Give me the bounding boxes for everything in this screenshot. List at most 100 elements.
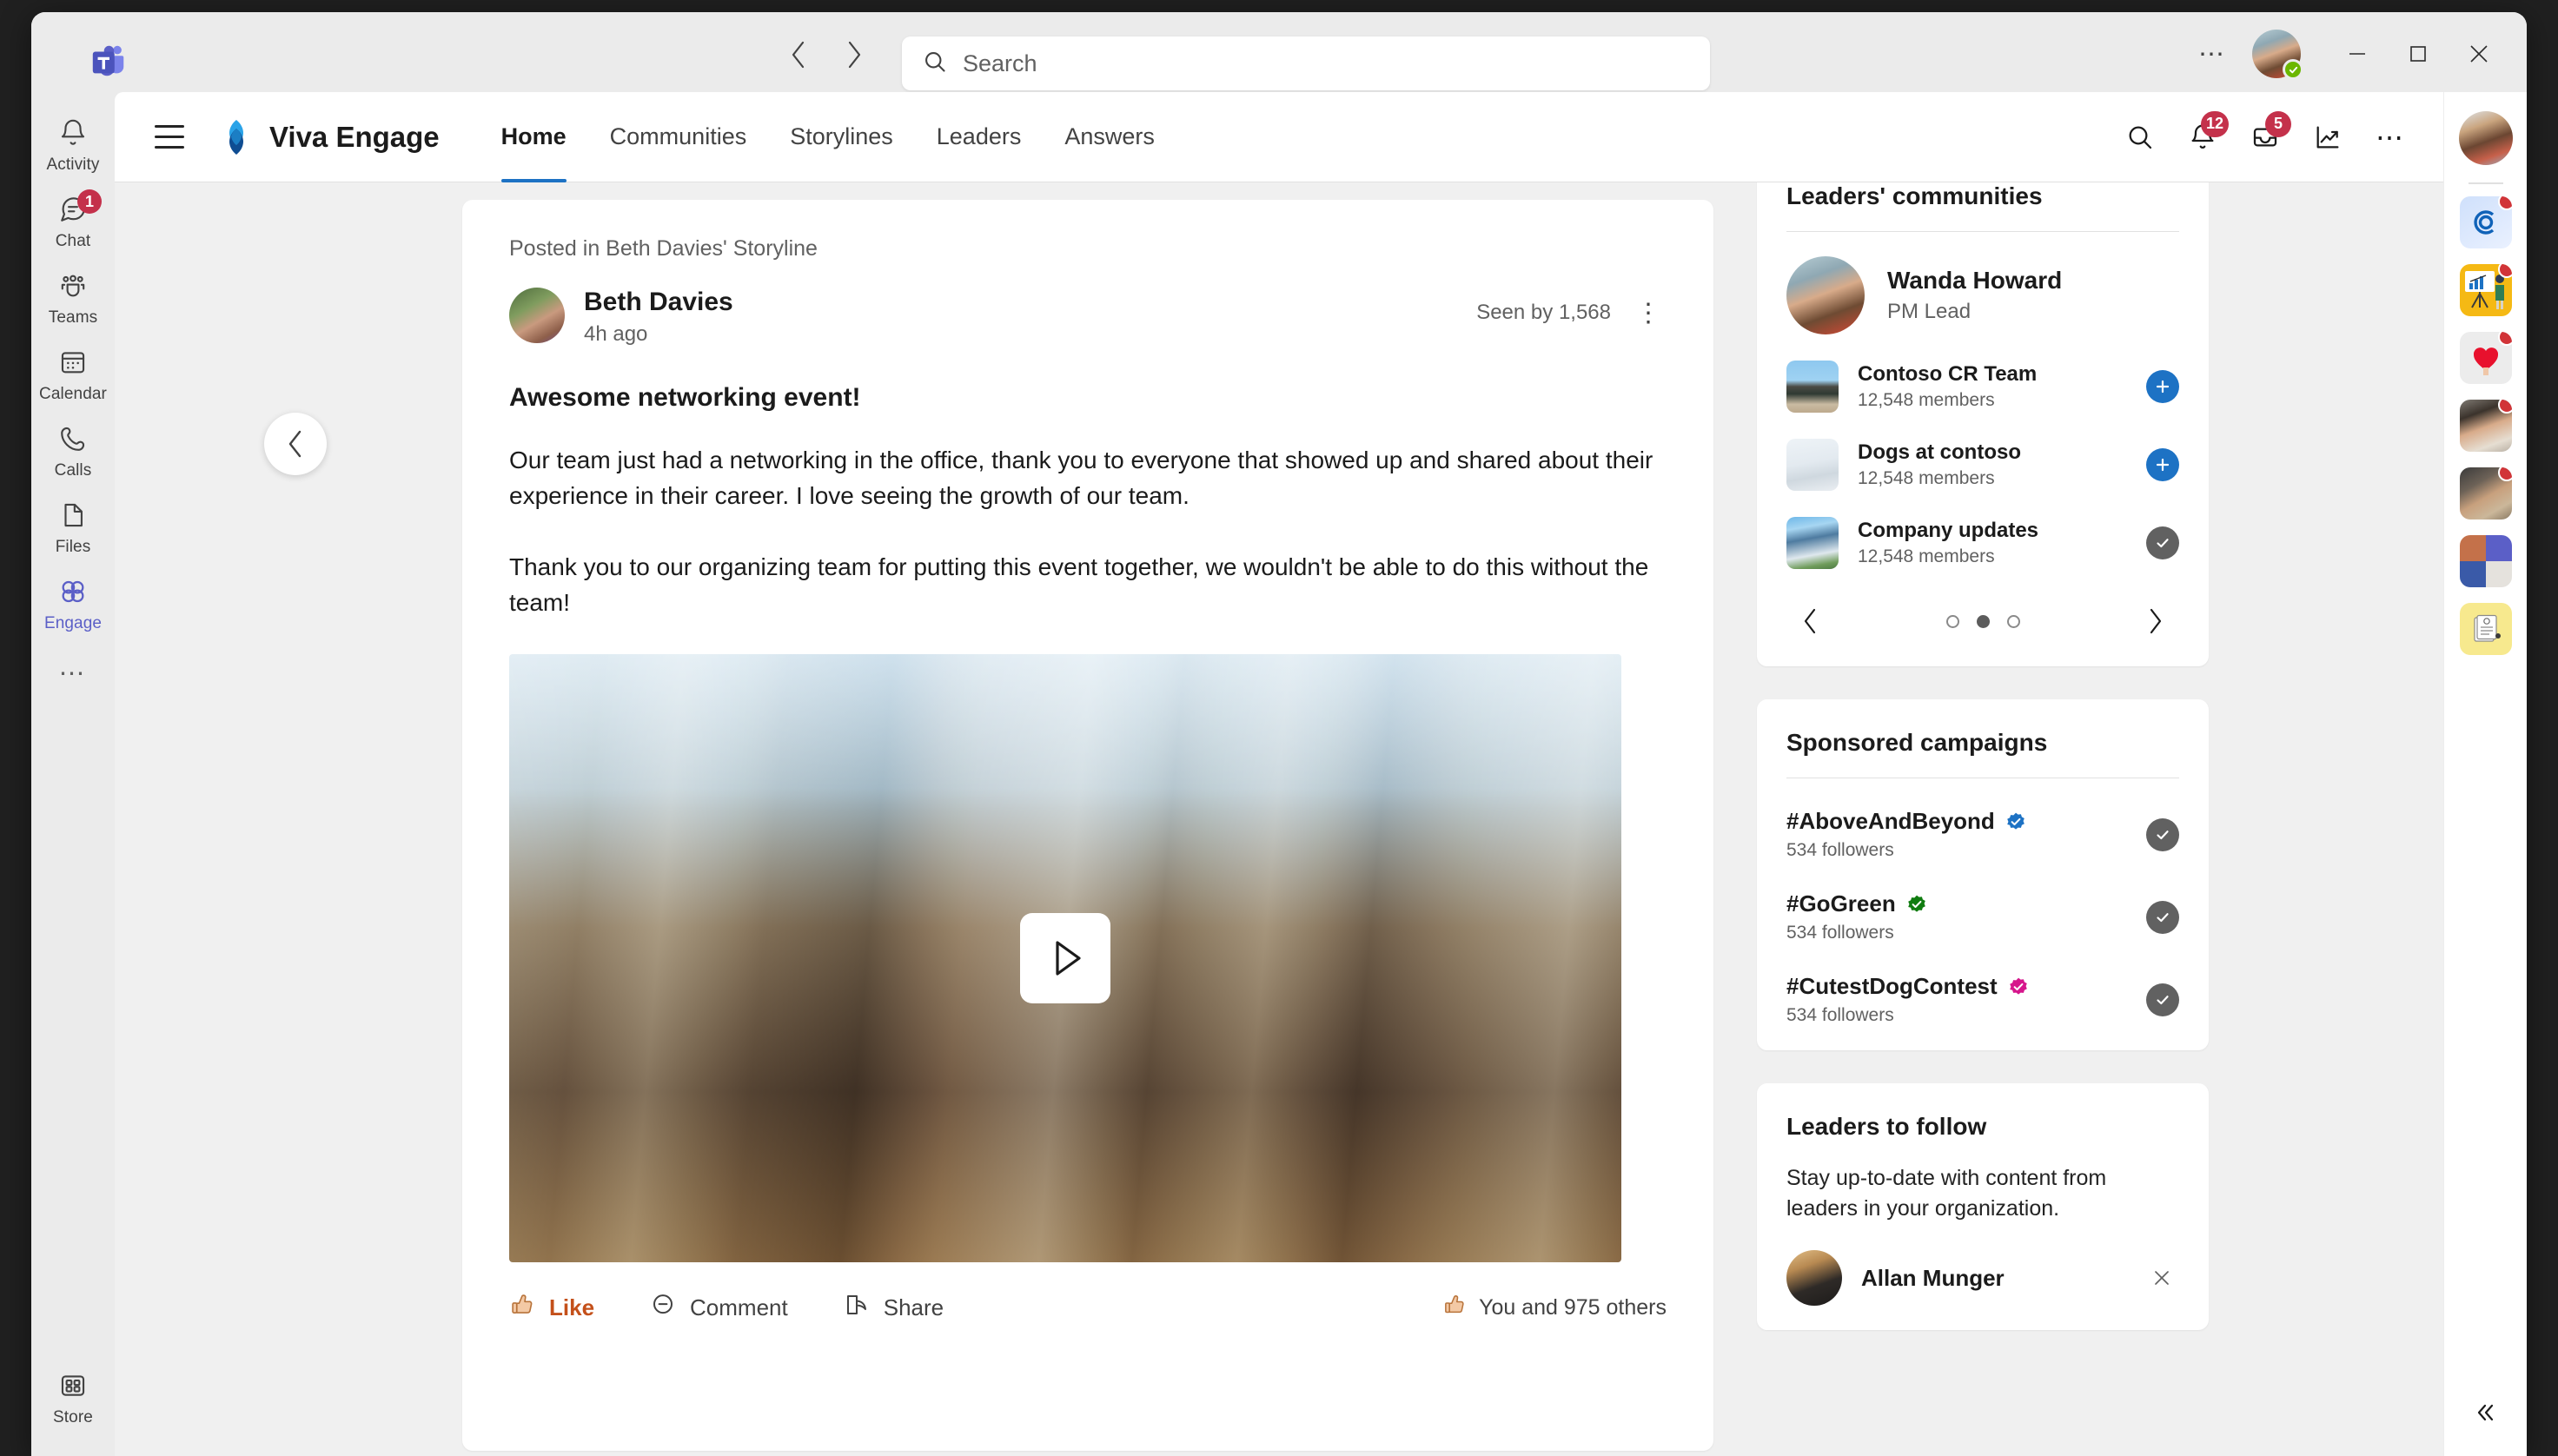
leader-profile-row[interactable]: Wanda Howard PM Lead <box>1786 256 2179 334</box>
campaign-following-button[interactable] <box>2146 983 2179 1016</box>
widget-title: Leaders to follow <box>1786 1113 1987 1140</box>
rail-app-learning[interactable] <box>2459 467 2512 520</box>
teams-app-window: Search ⋯ Activity 1 Chat Teams Calendar … <box>31 12 2527 1456</box>
rail-app-people[interactable] <box>2459 400 2512 452</box>
window-navigation <box>780 36 872 73</box>
back-button[interactable] <box>780 36 817 73</box>
campaign-row[interactable]: #CutestDogContest 534 followers <box>1786 973 2179 1026</box>
window-controls-group: ⋯ <box>2188 30 2508 80</box>
carousel-next-button[interactable] <box>2134 600 2176 642</box>
tab-communities[interactable]: Communities <box>588 92 769 182</box>
campaign-row[interactable]: #AboveAndBeyond 534 followers <box>1786 808 2179 861</box>
campaign-follower-count: 534 followers <box>1786 840 1894 860</box>
comment-icon <box>650 1292 676 1324</box>
tab-answers[interactable]: Answers <box>1043 92 1176 182</box>
leaders-to-follow-widget: Leaders to follow Stay up-to-date with c… <box>1757 1083 2209 1330</box>
join-community-button[interactable] <box>2146 448 2179 481</box>
carousel-dot-active[interactable] <box>1976 614 1990 628</box>
analytics-button[interactable] <box>2301 110 2355 164</box>
rail-app-insights[interactable] <box>2459 264 2512 316</box>
verified-badge-icon <box>2005 811 2026 832</box>
community-name: Contoso CR Team <box>1858 362 2038 386</box>
tab-storylines[interactable]: Storylines <box>768 92 915 182</box>
join-community-button[interactable] <box>2146 370 2179 403</box>
tab-home[interactable]: Home <box>480 92 588 182</box>
sidebar-item-activity[interactable]: Activity <box>34 108 112 184</box>
sidebar-item-teams[interactable]: Teams <box>34 261 112 337</box>
play-icon[interactable] <box>1020 912 1110 1003</box>
title-bar: Search ⋯ <box>31 12 2527 92</box>
carousel-dot[interactable] <box>2006 614 2020 628</box>
forward-button[interactable] <box>836 36 872 73</box>
post-action-bar: Like Comment Share You and 975 others <box>509 1292 1667 1350</box>
post-paragraph-1: Our team just had a networking in the of… <box>509 447 1653 510</box>
file-icon <box>58 500 88 534</box>
sidebar-item-engage[interactable]: Engage <box>34 566 112 643</box>
engage-header: Viva Engage Home Communities Storylines … <box>115 92 2443 182</box>
viva-engage-logo-icon <box>217 118 255 156</box>
user-avatar-button[interactable] <box>2252 30 2303 80</box>
campaign-following-button[interactable] <box>2146 817 2179 851</box>
inbox-button[interactable]: 5 <box>2238 110 2292 164</box>
suggested-leader-name: Allan Munger <box>1861 1264 2005 1291</box>
reactions-summary[interactable]: You and 975 others <box>1442 1293 1667 1323</box>
share-button[interactable]: Share <box>844 1292 944 1324</box>
campaign-following-button[interactable] <box>2146 900 2179 934</box>
minimize-button[interactable] <box>2329 31 2386 76</box>
carousel-dot[interactable] <box>1945 614 1959 628</box>
close-icon[interactable] <box>2144 1261 2179 1295</box>
search-placeholder-text: Search <box>963 50 1037 76</box>
global-search-box[interactable]: Search <box>902 36 1710 90</box>
close-button[interactable] <box>2450 31 2508 76</box>
campaign-info: #CutestDogContest 534 followers <box>1786 973 2029 1026</box>
campaign-row[interactable]: #GoGreen 534 followers <box>1786 890 2179 943</box>
rail-app-praise[interactable] <box>2459 332 2512 384</box>
leader-name: Wanda Howard <box>1887 267 2063 294</box>
engage-search-button[interactable] <box>2113 110 2167 164</box>
joined-community-button[interactable] <box>2146 526 2179 559</box>
like-button[interactable]: Like <box>509 1292 594 1324</box>
community-row[interactable]: Contoso CR Team 12,548 members <box>1786 361 2179 413</box>
author-avatar[interactable] <box>509 288 565 343</box>
microsoft-teams-logo-icon <box>89 42 129 82</box>
community-row[interactable]: Dogs at contoso 12,548 members <box>1786 439 2179 491</box>
widget-title: Sponsored campaigns <box>1786 729 2048 756</box>
sidebar-item-calendar[interactable]: Calendar <box>34 337 112 414</box>
navigation-menu-button[interactable] <box>146 114 193 161</box>
campaign-info: #AboveAndBeyond 534 followers <box>1786 808 2026 861</box>
more-apps-button[interactable]: ⋯ <box>34 643 112 704</box>
rail-app-meeting[interactable] <box>2459 535 2512 587</box>
collapse-panel-button[interactable] <box>2444 1378 2528 1447</box>
sidebar-item-files[interactable]: Files <box>34 490 112 566</box>
rail-app-notes[interactable] <box>2459 603 2512 655</box>
campaign-info: #GoGreen 534 followers <box>1786 890 1927 943</box>
settings-and-more-button[interactable]: ⋯ <box>2188 30 2237 78</box>
sidebar-item-chat[interactable]: 1 Chat <box>34 184 112 261</box>
feed-back-button[interactable] <box>264 413 327 475</box>
campaign-name: #GoGreen <box>1786 890 1896 917</box>
sidebar-item-store[interactable]: Store <box>34 1360 112 1437</box>
viva-engage-app: Viva Engage Home Communities Storylines … <box>115 92 2443 1456</box>
community-row[interactable]: Company updates 12,548 members <box>1786 517 2179 569</box>
rail-user-avatar[interactable] <box>2458 111 2513 165</box>
phone-icon <box>58 424 88 458</box>
maximize-button[interactable] <box>2389 31 2447 76</box>
rail-app-company[interactable] <box>2459 196 2512 248</box>
sidebar-item-calls[interactable]: Calls <box>34 414 112 490</box>
leader-suggestion-row[interactable]: Allan Munger <box>1786 1250 2179 1306</box>
comment-button[interactable]: Comment <box>650 1292 788 1324</box>
notifications-button[interactable]: 12 <box>2176 110 2230 164</box>
inbox-badge: 5 <box>2265 110 2291 137</box>
campaign-name: #CutestDogContest <box>1786 973 1998 999</box>
more-options-button[interactable]: ⋯ <box>2363 110 2417 164</box>
tab-leaders[interactable]: Leaders <box>915 92 1044 182</box>
post-more-options-button[interactable]: ⋮ <box>1630 295 1667 331</box>
post-video-thumbnail[interactable] <box>509 653 1621 1262</box>
author-name[interactable]: Beth Davies <box>584 288 733 317</box>
post-title: Awesome networking event! <box>509 383 861 412</box>
campaign-name-wrap: #GoGreen <box>1786 890 1927 917</box>
reactions-label: You and 975 others <box>1479 1294 1667 1320</box>
carousel-prev-button[interactable] <box>1790 600 1832 642</box>
widget-subtitle: Stay up-to-date with content from leader… <box>1786 1166 2107 1221</box>
share-icon <box>844 1292 870 1324</box>
